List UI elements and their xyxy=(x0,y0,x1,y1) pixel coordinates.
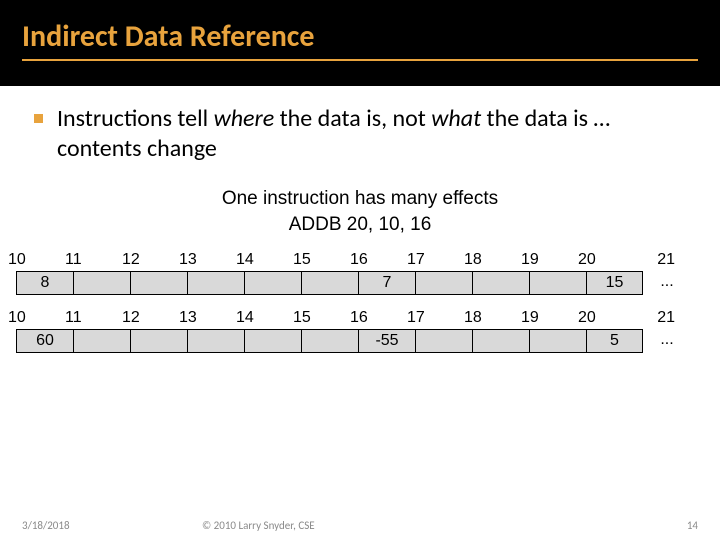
addr-label: 10 xyxy=(8,251,65,269)
footer-date: 3/18/2018 xyxy=(22,519,202,532)
addr-label: 19 xyxy=(521,251,578,269)
address-labels-b: 10 11 12 13 14 15 16 17 18 19 20 21 xyxy=(4,309,716,327)
addr-label: 17 xyxy=(407,251,464,269)
mem-cell xyxy=(472,271,529,295)
mem-trail: ... xyxy=(643,271,691,295)
mem-cell xyxy=(73,329,130,353)
bullet-item: Instructions tell where the data is, not… xyxy=(34,104,686,164)
mem-cell xyxy=(73,271,130,295)
caption: One instruction has many effects ADDB 20… xyxy=(34,186,686,237)
addr-label: 11 xyxy=(65,251,122,269)
mem-cell xyxy=(187,329,244,353)
body-content: Instructions tell where the data is, not… xyxy=(0,86,720,237)
mem-cell xyxy=(415,329,472,353)
text-emphasis: what xyxy=(431,104,481,133)
addr-label: 13 xyxy=(179,251,236,269)
mem-cell: 7 xyxy=(358,271,415,295)
footer-copyright: © 2010 Larry Snyder, CSE xyxy=(202,519,638,532)
bullet-text: Instructions tell where the data is, not… xyxy=(57,104,686,164)
mem-cell xyxy=(244,329,301,353)
mem-cell: 8 xyxy=(16,271,73,295)
addr-label: 14 xyxy=(236,309,293,327)
addr-label: 12 xyxy=(122,251,179,269)
mem-cell xyxy=(472,329,529,353)
addr-label: 21 xyxy=(635,251,675,269)
mem-cell xyxy=(301,271,358,295)
memory-tables: 10 11 12 13 14 15 16 17 18 19 20 21 8 7 … xyxy=(0,251,720,353)
addr-label: 13 xyxy=(179,309,236,327)
caption-line: One instruction has many effects xyxy=(34,186,686,212)
memory-row-b: 60 -55 5 ... xyxy=(4,329,716,353)
mem-cell: 60 xyxy=(16,329,73,353)
addr-label: 17 xyxy=(407,309,464,327)
addr-label: 14 xyxy=(236,251,293,269)
addr-label: 16 xyxy=(350,251,407,269)
text-fragment: the data is, not xyxy=(274,104,431,133)
mem-cell xyxy=(529,271,586,295)
addr-label: 16 xyxy=(350,309,407,327)
mem-cell xyxy=(415,271,472,295)
bullet-icon xyxy=(34,114,43,123)
mem-cell xyxy=(529,329,586,353)
mem-cell xyxy=(244,271,301,295)
addr-label: 21 xyxy=(635,309,675,327)
mem-cell: 5 xyxy=(586,329,643,353)
addr-label: 18 xyxy=(464,309,521,327)
caption-line: ADDB 20, 10, 16 xyxy=(34,212,686,238)
mem-cell xyxy=(130,271,187,295)
mem-cell xyxy=(301,329,358,353)
address-labels-a: 10 11 12 13 14 15 16 17 18 19 20 21 xyxy=(4,251,716,269)
addr-label: 15 xyxy=(293,251,350,269)
footer-page-number: 14 xyxy=(638,519,698,532)
slide-title: Indirect Data Reference xyxy=(22,18,698,61)
addr-label: 12 xyxy=(122,309,179,327)
addr-label: 19 xyxy=(521,309,578,327)
mem-cell: -55 xyxy=(358,329,415,353)
mem-cell xyxy=(130,329,187,353)
memory-row-a: 8 7 15 ... xyxy=(4,271,716,295)
addr-label: 15 xyxy=(293,309,350,327)
mem-cell xyxy=(187,271,244,295)
mem-cell: 15 xyxy=(586,271,643,295)
slide-footer: 3/18/2018 © 2010 Larry Snyder, CSE 14 xyxy=(0,519,720,532)
addr-label: 18 xyxy=(464,251,521,269)
addr-label: 10 xyxy=(8,309,65,327)
text-fragment: Instructions tell xyxy=(57,104,214,133)
slide-header: Indirect Data Reference xyxy=(0,0,720,86)
addr-label: 11 xyxy=(65,309,122,327)
text-emphasis: where xyxy=(214,104,275,133)
addr-label: 20 xyxy=(578,251,635,269)
mem-trail: ... xyxy=(643,329,691,353)
addr-label: 20 xyxy=(578,309,635,327)
